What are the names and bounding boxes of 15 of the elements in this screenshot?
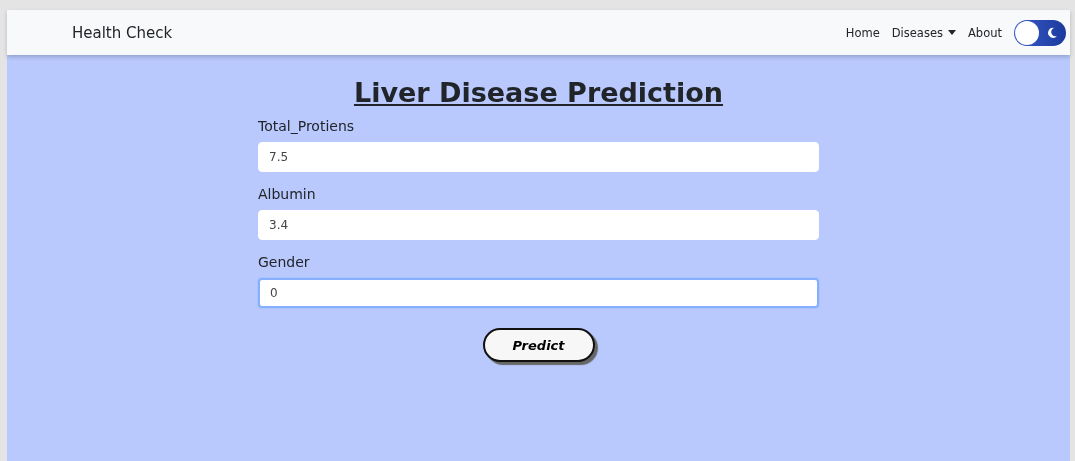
brand-link[interactable]: Health Check [72, 23, 173, 42]
caret-icon [948, 30, 956, 35]
predict-button[interactable]: Predict [482, 328, 595, 362]
moon-icon [1046, 26, 1058, 39]
nav-link[interactable]: About [968, 25, 1002, 40]
input-field[interactable]: 3.4 [258, 210, 819, 240]
input-field[interactable]: 7.5 [258, 142, 819, 172]
page-title: Liver Disease Prediction [353, 77, 724, 108]
theme-toggle[interactable] [1014, 19, 1066, 46]
field-label: Total_Protiens [258, 118, 356, 134]
dropdown-link[interactable]: Diseases [891, 25, 956, 40]
field-label: Gender [258, 254, 311, 270]
field-label: Albumin [258, 186, 317, 202]
input-field[interactable]: 0 [258, 278, 819, 308]
nav-link[interactable]: Home [845, 25, 880, 40]
